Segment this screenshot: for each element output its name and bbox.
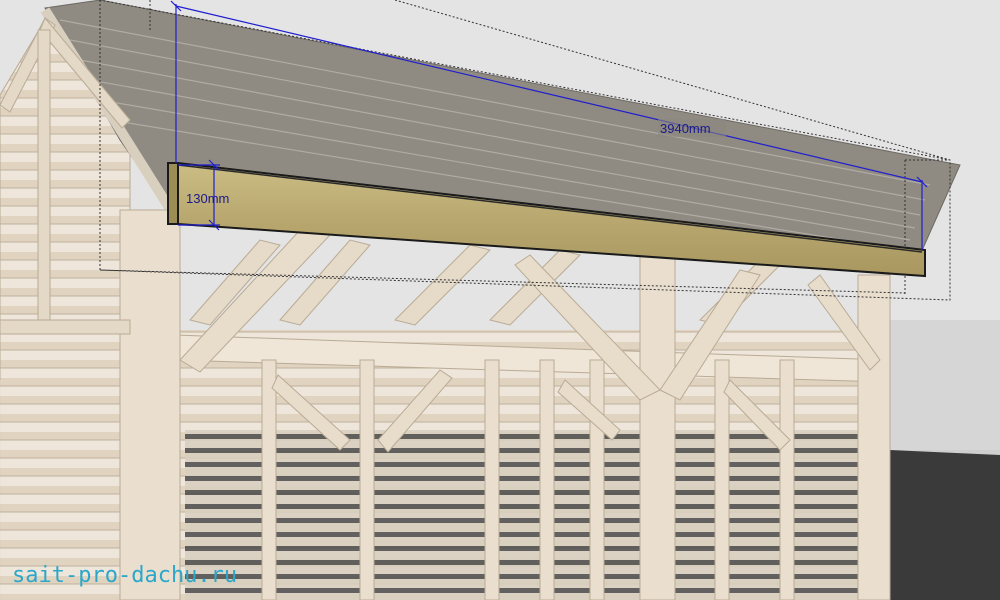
light-block bbox=[880, 320, 1000, 450]
height-label: 130mm bbox=[186, 191, 229, 206]
length-label: 3940mm bbox=[660, 121, 711, 136]
scene-canvas: 3940mm 130mm sait-pro-dachu.ru bbox=[0, 0, 1000, 600]
dark-block bbox=[890, 450, 1000, 600]
beam-end-face bbox=[167, 162, 179, 225]
watermark-text: sait-pro-dachu.ru bbox=[12, 563, 237, 588]
front-wall-dark-slats bbox=[185, 430, 865, 600]
